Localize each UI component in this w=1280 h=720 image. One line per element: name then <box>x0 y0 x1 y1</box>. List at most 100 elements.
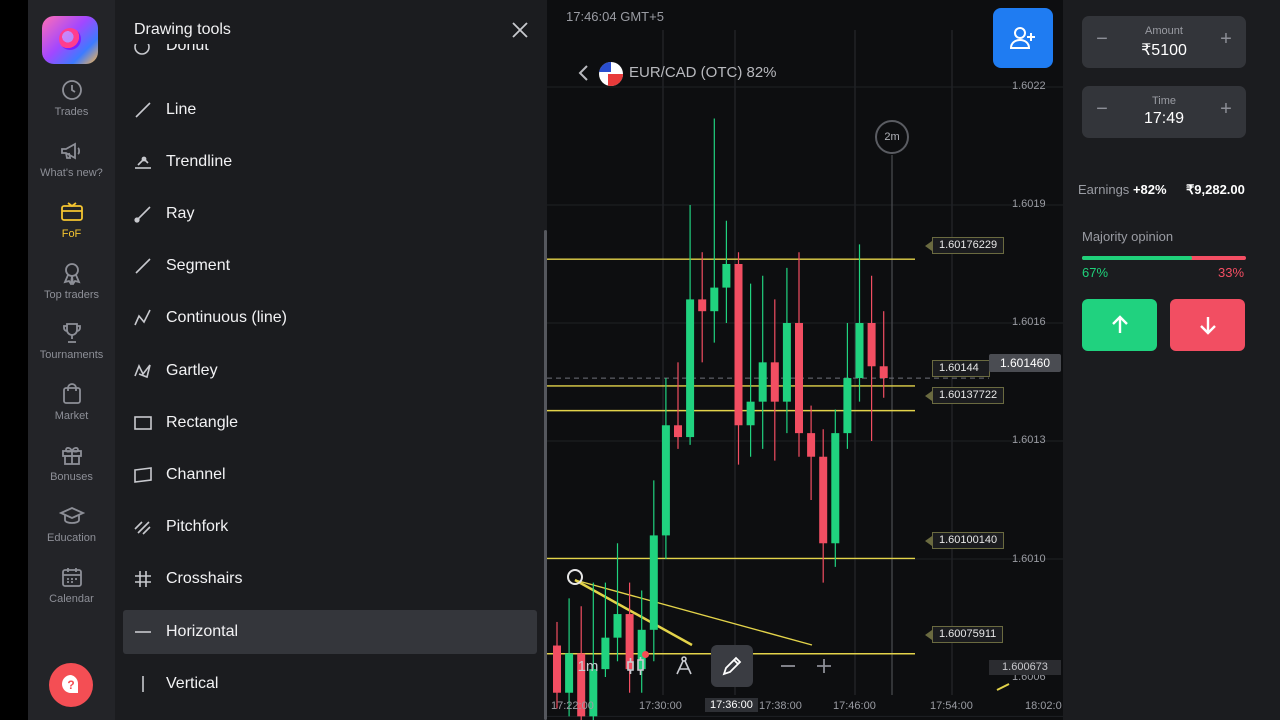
tool-label: Line <box>166 101 197 118</box>
asset-selector[interactable]: EUR/CAD (OTC) 82% <box>569 55 789 91</box>
x-tick-label: 18:02:0 <box>1025 700 1062 712</box>
tool-trendline[interactable]: Trendline <box>123 140 537 184</box>
earnings-percent: +82% <box>1132 182 1167 197</box>
chevron-left-icon[interactable] <box>577 64 589 82</box>
candle-body <box>674 425 682 438</box>
chart-type-button[interactable] <box>615 645 657 687</box>
tool-gartley[interactable]: Gartley <box>123 349 537 393</box>
nav-whats-new[interactable]: What's new? <box>28 139 115 179</box>
time-stepper[interactable]: − Time 17:49 + <box>1082 86 1246 138</box>
help-button[interactable]: ? <box>49 663 93 707</box>
chart-toolbar: 1m <box>567 645 847 687</box>
nav-label: Education <box>47 532 96 544</box>
zoom-in-button[interactable] <box>803 645 845 687</box>
tool-label: Continuous (line) <box>166 309 287 326</box>
y-tick-label: 1.6013 <box>1012 434 1046 446</box>
indicators-button[interactable] <box>663 645 705 687</box>
graduation-cap-icon <box>58 507 85 524</box>
trendline-icon <box>135 156 151 169</box>
notification-dot <box>642 651 649 658</box>
nav-fof[interactable]: FoF <box>28 200 115 240</box>
tool-label: Horizontal <box>166 623 239 640</box>
svg-text:?: ? <box>67 678 74 692</box>
trophy-icon <box>62 323 81 343</box>
drawing-tools-button[interactable] <box>711 645 753 687</box>
candle-body <box>795 323 803 434</box>
nav-label: Top traders <box>43 289 100 301</box>
price-marker-label: 1.600673 <box>989 660 1061 675</box>
candle-body <box>831 433 840 544</box>
app-logo[interactable] <box>42 16 98 64</box>
donut-icon <box>134 44 150 55</box>
tool-crosshairs[interactable]: Crosshairs <box>123 557 537 601</box>
y-tick-label: 1.6022 <box>1012 80 1046 92</box>
rectangle-icon <box>134 416 152 430</box>
trade-panel: − Amount ₹5100 + − Time 17:49 + Earnings… <box>1063 0 1280 720</box>
nav-tournaments[interactable]: Tournaments <box>28 321 115 361</box>
nav-label: Trades <box>54 106 89 118</box>
majority-opinion-label: Majority opinion <box>1082 229 1174 244</box>
nav-bonuses[interactable]: Bonuses <box>28 443 115 483</box>
gift-icon <box>61 446 82 465</box>
tool-line[interactable]: Line <box>123 88 537 132</box>
clock-icon <box>61 80 82 100</box>
timeframe-button[interactable]: 1m <box>567 645 609 687</box>
nav-market[interactable]: Market <box>28 382 115 422</box>
tool-pitchfork[interactable]: Pitchfork <box>123 505 537 549</box>
level-label[interactable]: 1.60100140 <box>924 532 1005 549</box>
tool-channel[interactable]: Channel <box>123 453 537 497</box>
time-increase-button[interactable]: + <box>1214 98 1238 121</box>
trend-line <box>574 579 813 646</box>
candle-body <box>698 299 707 312</box>
question-icon: ? <box>62 675 79 693</box>
sell-down-button[interactable] <box>1170 299 1245 351</box>
nav-education[interactable]: Education <box>28 504 115 544</box>
pencil-icon <box>722 656 742 676</box>
x-tick-label: 17:38:00 <box>759 700 802 712</box>
tool-label: Donut <box>166 44 209 54</box>
candle-body <box>722 264 731 288</box>
nav-calendar[interactable]: Calendar <box>28 565 115 605</box>
nav-label: FoF <box>61 228 82 240</box>
compass-icon <box>676 656 692 675</box>
eur-cad-flag-icon <box>599 62 623 86</box>
level-label[interactable]: 1.60144 <box>932 360 990 377</box>
tool-rectangle[interactable]: Rectangle <box>123 401 537 445</box>
invite-user-button[interactable] <box>993 8 1053 68</box>
majority-up-fill <box>1082 256 1192 260</box>
tool-label: Channel <box>166 466 226 483</box>
amount-increase-button[interactable]: + <box>1214 28 1238 51</box>
tool-segment[interactable]: Segment <box>123 244 537 288</box>
tool-horizontal[interactable]: Horizontal <box>123 610 537 654</box>
tool-continuous-line[interactable]: Continuous (line) <box>123 296 537 340</box>
amount-stepper[interactable]: − Amount ₹5100 + <box>1082 16 1246 68</box>
level-label[interactable]: 1.60075911 <box>924 626 1004 643</box>
tool-label: Pitchfork <box>166 518 229 535</box>
ray-icon <box>134 206 151 223</box>
tool-ray[interactable]: Ray <box>123 192 537 236</box>
server-clock: 17:46:04 GMT+5 <box>566 9 664 24</box>
close-icon[interactable] <box>510 20 530 40</box>
vertical-line-icon <box>142 676 144 692</box>
buy-up-button[interactable] <box>1082 299 1157 351</box>
candle-body <box>649 535 658 630</box>
medal-icon <box>62 263 81 285</box>
tool-vertical[interactable]: Vertical <box>123 662 537 706</box>
candle-body <box>613 614 622 638</box>
level-label[interactable]: 1.60176229 <box>924 237 1005 254</box>
asset-name: EUR/CAD (OTC) 82% <box>629 64 777 81</box>
tool-label: Crosshairs <box>166 570 243 587</box>
candle-body <box>879 366 888 379</box>
earnings-amount: ₹9,282.00 <box>1186 182 1245 197</box>
candle-body <box>819 456 828 544</box>
tool-item-cut-off[interactable]: Donut <box>115 44 547 70</box>
level-label[interactable]: 1.60137722 <box>924 387 1005 404</box>
y-tick-label: 1.6016 <box>1012 316 1046 328</box>
price-chart[interactable]: 17:46:04 GMT+5 EUR/CAD (OTC) 82% 2m 1.60… <box>547 0 1063 720</box>
tool-label: Segment <box>166 257 231 274</box>
nav-top-traders[interactable]: Top traders <box>28 261 115 301</box>
panel-title: Drawing tools <box>134 21 231 38</box>
arrow-down-icon <box>1199 317 1216 335</box>
nav-trades[interactable]: Trades <box>28 78 115 118</box>
candle-body <box>553 645 561 693</box>
